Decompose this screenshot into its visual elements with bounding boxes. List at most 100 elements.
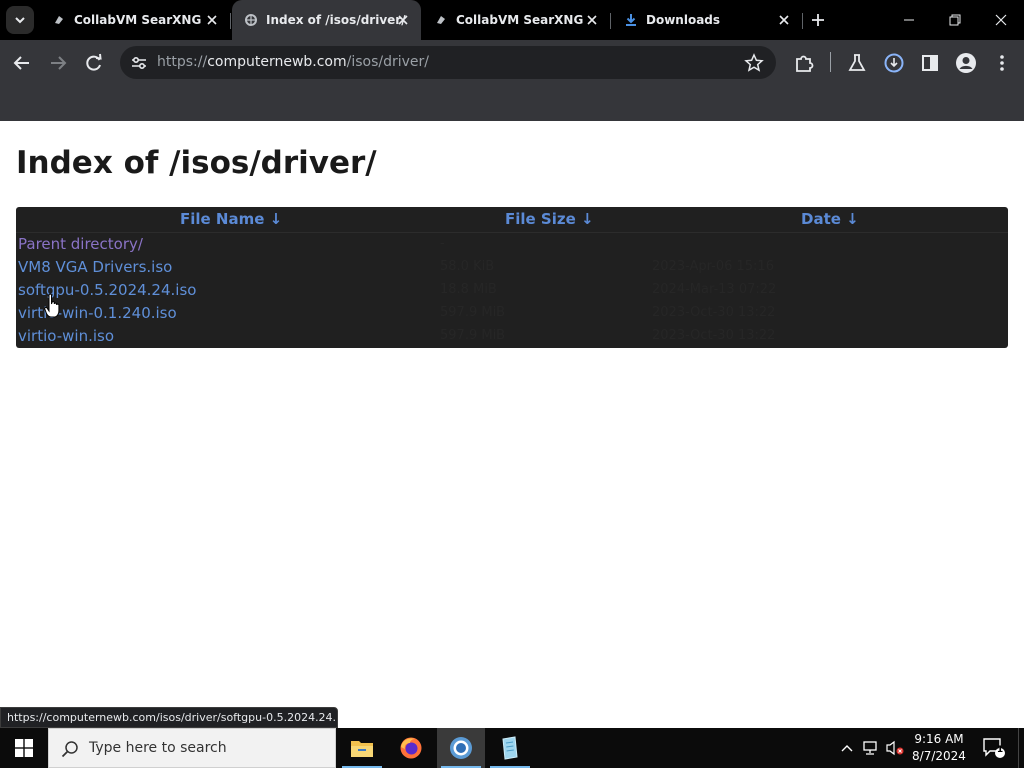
- clock-time: 9:16 AM: [914, 732, 964, 746]
- file-size: -: [440, 236, 445, 251]
- toolbar-separator: [830, 52, 831, 72]
- download-icon: [626, 14, 636, 26]
- profile-avatar-icon[interactable]: [955, 52, 977, 74]
- network-tray-button[interactable]: [860, 728, 882, 768]
- file-date: 2023-Oct-30 13:22: [652, 328, 776, 343]
- header-divider: [16, 232, 1008, 233]
- bookmarks-bar: [0, 85, 1024, 121]
- address-bar[interactable]: https://computernewb.com/isos/driver/: [120, 46, 776, 79]
- taskbar-search-box[interactable]: Type here to search: [48, 728, 336, 768]
- browser-toolbar: https://computernewb.com/isos/driver/: [0, 40, 1024, 85]
- column-header-file-size[interactable]: File Size ↓: [505, 210, 594, 228]
- searxng-favicon: [245, 14, 257, 26]
- close-icon[interactable]: [395, 12, 411, 28]
- windows-taskbar: Type here to search 9:16 AM 8/7/2024 1: [0, 728, 1024, 768]
- restore-icon: [949, 14, 961, 26]
- tab-index-of-isos-driver[interactable]: Index of /isos/driver/: [232, 0, 421, 40]
- system-clock[interactable]: 9:16 AM 8/7/2024: [908, 731, 970, 765]
- page-title: Index of /isos/driver/: [16, 145, 377, 181]
- page-content: Index of /isos/driver/ File Name ↓ File …: [0, 121, 1024, 728]
- link-status-bubble: https://computernewb.com/isos/driver/sof…: [0, 707, 338, 728]
- firefox-icon: [400, 737, 422, 759]
- windows-logo-icon: [15, 739, 33, 757]
- start-button[interactable]: [0, 728, 48, 768]
- url-scheme: https://: [157, 54, 208, 70]
- tab-separator: [610, 13, 611, 29]
- show-desktop-button[interactable]: [1018, 728, 1024, 768]
- tab-separator: [230, 13, 231, 29]
- tab-title: Downloads: [646, 13, 721, 27]
- close-icon[interactable]: [584, 12, 600, 28]
- site-info-tune-icon[interactable]: [130, 54, 148, 72]
- file-size: 18.8 MiB: [440, 282, 497, 297]
- file-date: 2023-Apr-06 15:16: [652, 259, 774, 274]
- taskbar-notepad[interactable]: [486, 728, 534, 768]
- close-icon: [995, 14, 1007, 26]
- tab-downloads[interactable]: Downloads: [612, 0, 802, 40]
- chrome-icon: [450, 737, 472, 759]
- chevron-down-icon: [15, 17, 25, 24]
- new-tab-plus-icon[interactable]: [808, 10, 828, 30]
- restore-button[interactable]: [932, 0, 978, 40]
- action-center-button[interactable]: 1: [978, 728, 1010, 768]
- searxng-favicon: [55, 16, 63, 24]
- back-arrow-icon[interactable]: [11, 52, 33, 74]
- clock-date: 8/7/2024: [912, 749, 966, 763]
- reload-icon[interactable]: [83, 52, 105, 74]
- table-row: softgpu-0.5.2024.24.iso 18.8 MiB 2024-Ma…: [16, 280, 1008, 303]
- forward-arrow-icon[interactable]: [47, 52, 69, 74]
- table-row: VM8 VGA Drivers.iso 58.0 KiB 2023-Apr-06…: [16, 257, 1008, 280]
- more-menu-icon[interactable]: [991, 52, 1013, 74]
- close-window-button[interactable]: [978, 0, 1024, 40]
- file-link[interactable]: Parent directory/: [18, 235, 143, 253]
- file-date: 2024-Mar-13 07:22: [652, 282, 777, 297]
- tab-search-button[interactable]: [6, 6, 34, 34]
- download-progress-icon[interactable]: [883, 52, 905, 74]
- notification-count: 1: [996, 745, 1004, 755]
- notepad-icon: [502, 736, 518, 760]
- file-link[interactable]: virtio-win-0.1.240.iso: [18, 304, 177, 322]
- table-row: virtio-win.iso 597.9 MiB 2023-Oct-30 13:…: [16, 326, 1008, 349]
- file-explorer-icon: [351, 741, 373, 757]
- bookmark-star-icon[interactable]: [744, 53, 764, 73]
- volume-muted-icon: [886, 740, 904, 756]
- taskbar-firefox[interactable]: [387, 728, 435, 768]
- searxng-favicon: [437, 16, 445, 24]
- url-host: computernewb.com: [207, 54, 347, 70]
- column-header-file-name[interactable]: File Name ↓: [180, 210, 282, 228]
- network-icon: [863, 741, 877, 755]
- hand-pointer-cursor-icon: [44, 293, 60, 318]
- minimize-icon: [904, 19, 914, 21]
- file-size: 58.0 KiB: [440, 259, 495, 274]
- extensions-puzzle-icon[interactable]: [793, 52, 815, 74]
- url-path: /isos/driver/: [346, 54, 430, 70]
- chevron-up-icon: [841, 745, 853, 752]
- taskbar-file-explorer[interactable]: [338, 728, 386, 768]
- file-size: 597.9 MiB: [440, 328, 506, 343]
- tab-title: CollabVM SearXNG: [456, 13, 584, 27]
- show-hidden-icons-button[interactable]: [836, 728, 858, 768]
- minimize-button[interactable]: [886, 0, 932, 40]
- tab-separator: [802, 13, 803, 29]
- close-icon[interactable]: [204, 12, 220, 28]
- tab-collabvm-searxng-1[interactable]: CollabVM SearXNG: [40, 0, 230, 40]
- search-placeholder: Type here to search: [89, 740, 227, 756]
- volume-tray-button[interactable]: [884, 728, 906, 768]
- close-icon[interactable]: [776, 12, 792, 28]
- side-panel-icon[interactable]: [919, 52, 941, 74]
- file-size: 597.9 MiB: [440, 305, 506, 320]
- file-link[interactable]: virtio-win.iso: [18, 327, 114, 345]
- table-row: Parent directory/ -: [16, 234, 1008, 257]
- url-text: https://computernewb.com/isos/driver/: [157, 54, 429, 70]
- tab-title: CollabVM SearXNG: [74, 13, 202, 27]
- column-header-date[interactable]: Date ↓: [801, 210, 859, 228]
- table-row: virtio-win-0.1.240.iso 597.9 MiB 2023-Oc…: [16, 303, 1008, 326]
- search-icon: [61, 741, 78, 758]
- labs-flask-icon[interactable]: [846, 52, 868, 74]
- file-date: 2023-Oct-30 13:22: [652, 305, 776, 320]
- taskbar-chrome[interactable]: [437, 728, 485, 768]
- tab-title: Index of /isos/driver/: [266, 13, 406, 27]
- file-listing-table: File Name ↓ File Size ↓ Date ↓ Parent di…: [16, 207, 1008, 348]
- tab-collabvm-searxng-2[interactable]: CollabVM SearXNG: [422, 0, 610, 40]
- file-link[interactable]: VM8 VGA Drivers.iso: [18, 258, 172, 276]
